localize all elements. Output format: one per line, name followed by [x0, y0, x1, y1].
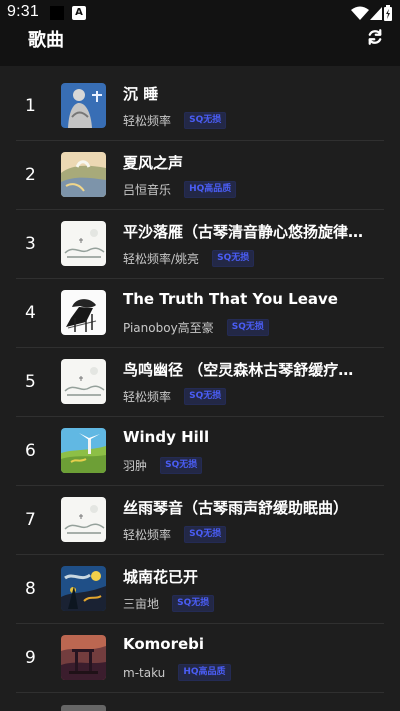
album-cover — [61, 83, 106, 128]
ink-landscape-cover-icon — [61, 221, 106, 266]
song-row[interactable]: 8 城南花已开 三亩地 SQ无损 — [16, 555, 384, 624]
song-title: 城南花已开 — [123, 568, 199, 586]
ink-landscape-cover-icon — [61, 497, 106, 542]
status-time: 9:31 — [7, 3, 39, 20]
song-title: 沉 睡 — [123, 85, 159, 103]
wifi-icon — [351, 6, 369, 20]
quality-badge: SQ无损 — [184, 388, 227, 405]
song-index: 3 — [25, 234, 36, 254]
a-notification-icon: A — [72, 6, 86, 20]
album-cover — [61, 221, 106, 266]
song-title: 丝雨琴音（古琴雨声舒缓助眠曲） — [123, 499, 349, 517]
starry-night-cover-icon — [61, 566, 106, 611]
field-cover-icon — [61, 152, 106, 197]
song-meta: Pianoboy高至豪 SQ无损 — [123, 317, 269, 336]
song-meta: 轻松频率/姚亮 SQ无损 — [123, 248, 255, 267]
song-row[interactable]: 5 鸟鸣幽径 （空灵森林古琴舒缓疗… 轻松频率 SQ无损 — [16, 348, 384, 417]
song-meta: 轻松频率 SQ无损 — [123, 524, 227, 543]
quality-badge: SQ无损 — [172, 595, 215, 612]
song-index: 2 — [25, 165, 36, 185]
status-bar: 9:31 A — [0, 0, 400, 26]
signal-icon — [370, 7, 382, 20]
song-title: 夏风之声 — [123, 154, 184, 172]
artist-name: 三亩地 — [123, 596, 160, 611]
artist-name: m-taku — [123, 665, 166, 680]
song-row[interactable]: 1 沉 睡 轻松频率 SQ无损 — [16, 72, 384, 141]
quality-badge: SQ无损 — [160, 457, 203, 474]
piano-cover-icon — [61, 290, 106, 335]
music-library-screen: 9:31 A 歌曲 1 沉 睡 轻松频率 SQ无损 2 夏风之声 吕恒音乐 HQ… — [0, 0, 400, 711]
album-cover — [61, 566, 106, 611]
quality-badge: HQ高品质 — [178, 664, 231, 681]
song-title: Windy Hill — [123, 428, 210, 446]
song-row[interactable]: 7 丝雨琴音（古琴雨声舒缓助眠曲） 轻松频率 SQ无损 — [16, 486, 384, 555]
song-row[interactable]: 2 夏风之声 吕恒音乐 HQ高品质 — [16, 141, 384, 210]
battery-icon — [384, 5, 392, 21]
quality-badge: SQ无损 — [184, 526, 227, 543]
refresh-icon[interactable] — [366, 28, 384, 46]
windmill-cover-icon — [61, 428, 106, 473]
notification-square-icon — [50, 6, 64, 20]
album-cover — [61, 152, 106, 197]
quality-badge: SQ无损 — [226, 319, 269, 336]
quality-badge: SQ无损 — [212, 250, 255, 267]
song-title: 鸟鸣幽径 （空灵森林古琴舒缓疗… — [123, 361, 354, 379]
album-cover — [61, 497, 106, 542]
quality-badge: SQ无损 — [184, 112, 227, 129]
song-index: 9 — [25, 648, 36, 668]
song-meta: 三亩地 SQ无损 — [123, 593, 215, 612]
ink-landscape-cover-icon — [61, 359, 106, 404]
album-cover — [61, 359, 106, 404]
song-index: 8 — [25, 579, 36, 599]
artist-name: 轻松频率 — [123, 113, 172, 128]
temple-sunset-cover-icon — [61, 635, 106, 680]
page-title: 歌曲 — [28, 30, 64, 51]
song-row[interactable]: 3 平沙落雁（古琴清音静心悠扬旋律… 轻松频率/姚亮 SQ无损 — [16, 210, 384, 279]
song-row[interactable]: 6 Windy Hill 羽肿 SQ无损 — [16, 417, 384, 486]
song-title: The Truth That You Leave — [123, 290, 338, 308]
quality-badge: HQ高品质 — [184, 181, 237, 198]
song-index: 1 — [25, 96, 36, 116]
song-row[interactable]: 4 The Truth That You Leave Pianoboy高至豪 S… — [16, 279, 384, 348]
song-meta: 轻松频率 SQ无损 — [123, 110, 227, 129]
song-title: Komorebi — [123, 635, 205, 653]
song-title: 平沙落雁（古琴清音静心悠扬旋律… — [123, 223, 364, 241]
next-album-cover-partial — [61, 705, 106, 711]
song-list: 1 沉 睡 轻松频率 SQ无损 2 夏风之声 吕恒音乐 HQ高品质 3 平沙落雁… — [16, 72, 384, 693]
song-index: 5 — [25, 372, 36, 392]
album-cover — [61, 635, 106, 680]
artist-name: 轻松频率/姚亮 — [123, 251, 200, 266]
artist-name: 轻松频率 — [123, 389, 172, 404]
artist-name: 吕恒音乐 — [123, 182, 172, 197]
album-cover — [61, 290, 106, 335]
song-index: 4 — [25, 303, 36, 323]
song-meta: 吕恒音乐 HQ高品质 — [123, 179, 237, 198]
header: 歌曲 — [0, 26, 400, 66]
song-meta: m-taku HQ高品质 — [123, 662, 231, 681]
song-meta: 轻松频率 SQ无损 — [123, 386, 227, 405]
song-index: 7 — [25, 510, 36, 530]
album-cover — [61, 428, 106, 473]
artist-name: 羽肿 — [123, 458, 148, 473]
buddha-cover-icon — [61, 83, 106, 128]
song-row[interactable]: 9 Komorebi m-taku HQ高品质 — [16, 624, 384, 693]
song-meta: 羽肿 SQ无损 — [123, 455, 203, 474]
artist-name: Pianoboy高至豪 — [123, 320, 214, 335]
song-index: 6 — [25, 441, 36, 461]
artist-name: 轻松频率 — [123, 527, 172, 542]
